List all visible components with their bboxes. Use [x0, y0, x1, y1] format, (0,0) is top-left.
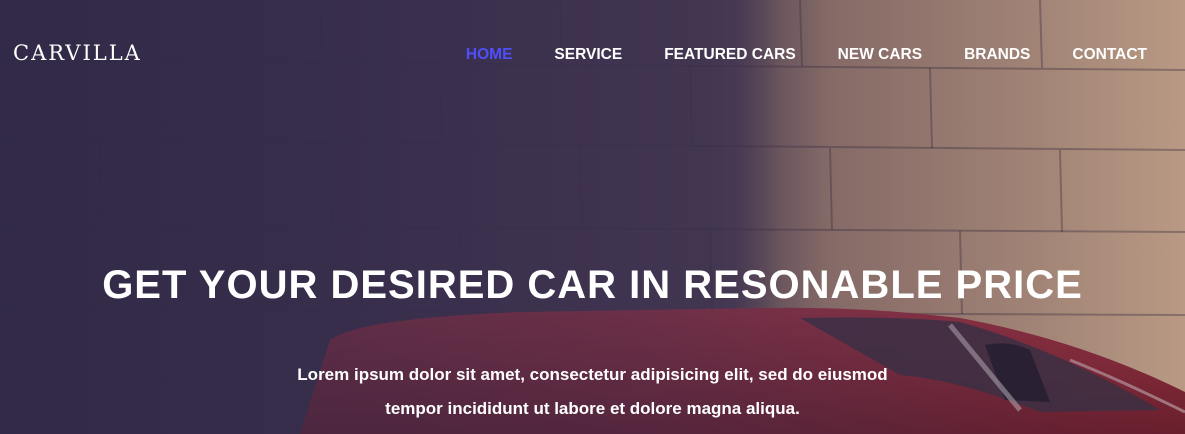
nav-item-featured-cars[interactable]: FEATURED CARS — [664, 44, 795, 66]
nav-item-brands[interactable]: BRANDS — [964, 44, 1030, 66]
hero-title: GET YOUR DESIRED CAR IN RESONABLE PRICE — [102, 263, 1083, 307]
nav-item-service[interactable]: SERVICE — [554, 44, 622, 66]
hero-description-line-2: tempor incididunt ut labore et dolore ma… — [385, 399, 800, 418]
brand-logo[interactable]: CARVILLA — [13, 39, 142, 67]
nav-item-contact[interactable]: CONTACT — [1072, 44, 1147, 66]
nav-item-new-cars[interactable]: NEW CARS — [838, 44, 922, 66]
hero-description: Lorem ipsum dolor sit amet, consectetur … — [0, 358, 1185, 426]
hero-description-line-1: Lorem ipsum dolor sit amet, consectetur … — [297, 365, 888, 384]
hero-section: CARVILLA HOME SERVICE FEATURED CARS NEW … — [0, 0, 1185, 434]
top-navbar: CARVILLA HOME SERVICE FEATURED CARS NEW … — [0, 0, 1185, 110]
nav-menu: HOME SERVICE FEATURED CARS NEW CARS BRAN… — [466, 44, 1147, 66]
nav-item-home[interactable]: HOME — [466, 44, 513, 66]
